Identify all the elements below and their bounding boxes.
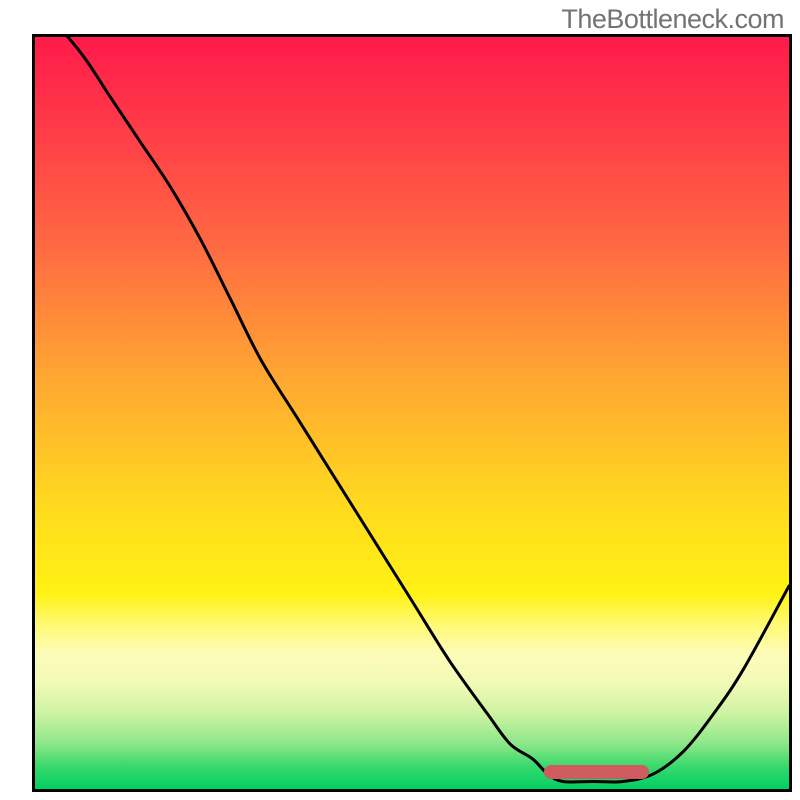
chart-stage: TheBottleneck.com: [0, 0, 800, 800]
gradient-background: [35, 37, 789, 789]
optimal-range-marker: [544, 765, 650, 779]
watermark-text: TheBottleneck.com: [561, 4, 784, 35]
plot-area: [35, 37, 789, 789]
